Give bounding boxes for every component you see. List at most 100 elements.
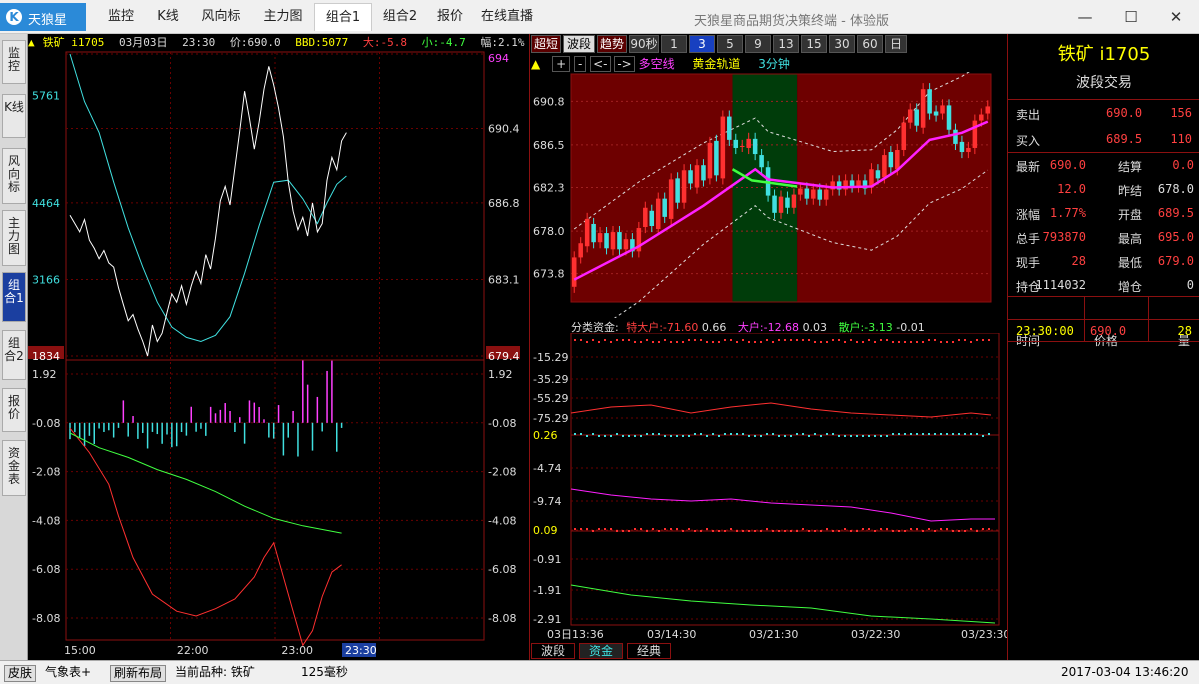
- quote-stat-row: 持仓 1114032 增仓 0: [1008, 274, 1199, 296]
- sell-row[interactable]: 卖出 690.0 156: [1008, 102, 1199, 124]
- kline-period-label: 3分钟: [758, 57, 790, 71]
- indicator-axis-label: -8.08: [32, 612, 60, 625]
- tick-time: 23:30:00: [1016, 324, 1074, 338]
- maximize-button[interactable]: ☐: [1108, 0, 1154, 34]
- candle-body: [901, 122, 907, 150]
- tab-classic[interactable]: 经典: [627, 643, 671, 659]
- candle-body: [591, 223, 596, 243]
- candle-body: [617, 232, 622, 250]
- intraday-chart[interactable]: 694 690.4 686.8 683.1 679.4 5761 4464 3166 1834 1…: [28, 50, 527, 660]
- stat-label: 结算: [1118, 160, 1143, 174]
- fund-time-label: 03/21:30: [749, 628, 798, 641]
- scroll-right-button[interactable]: ->: [614, 56, 635, 72]
- contract-name: 铁矿 i1705: [42, 36, 105, 49]
- candle-body: [811, 189, 816, 199]
- minimize-button[interactable]: —: [1062, 0, 1108, 34]
- fund-time-label: 03/14:30: [647, 628, 696, 641]
- nav-item-quote[interactable]: 报价: [428, 3, 472, 31]
- candle-body: [571, 257, 577, 287]
- period-button-3m[interactable]: 3: [689, 35, 715, 53]
- left-tab-kline[interactable]: K线: [2, 94, 26, 138]
- candle-body: [959, 141, 965, 153]
- stat-value: 793870: [1042, 230, 1086, 244]
- app-logo[interactable]: K 天狼星: [0, 3, 86, 31]
- left-tab-combo2[interactable]: 组合2: [2, 330, 26, 380]
- period-button-band[interactable]: 波段: [563, 35, 595, 53]
- logo-icon: K: [6, 9, 22, 25]
- kline-axis-label: 690.8: [533, 95, 565, 108]
- scroll-left-button[interactable]: <-: [590, 56, 611, 72]
- period-button-15m[interactable]: 15: [801, 35, 827, 53]
- buy-row[interactable]: 买入 689.5 110: [1008, 128, 1199, 150]
- skin-button[interactable]: 皮肤: [4, 665, 37, 682]
- zoom-out-button[interactable]: -: [573, 56, 587, 72]
- nav-item-wind[interactable]: 风向标: [190, 3, 252, 31]
- nav-item-monitor[interactable]: 监控: [96, 3, 146, 31]
- weather-button[interactable]: 气象表+: [42, 665, 94, 682]
- candle-body: [733, 139, 739, 148]
- period-button-9m[interactable]: 9: [745, 35, 771, 53]
- candle-body: [804, 188, 810, 199]
- intraday-info-bar: ▲ 铁矿 i1705 03月03日 23:30 价:690.0 BBD:5077 …: [28, 34, 527, 50]
- fund-flow-chart[interactable]: -15.29 -35.29 -55.29 -75.29 0.26 -4.74 -9.74 0.…: [529, 333, 1007, 643]
- left-tab-quote[interactable]: 报价: [2, 388, 26, 432]
- stat-value: 679.0: [1157, 254, 1194, 268]
- left-tab-wind[interactable]: 风向标: [2, 148, 26, 204]
- fund-axis-label: -2.91: [533, 613, 561, 626]
- candle-body: [966, 147, 971, 153]
- period-button-5m[interactable]: 5: [717, 35, 743, 53]
- zoom-in-button[interactable]: +: [552, 56, 571, 72]
- status-datetime: 2017-03-04 13:46:20: [1061, 665, 1189, 679]
- logo-text: 天狼星: [28, 13, 68, 28]
- candle-body: [720, 116, 726, 179]
- volume-axis-label: 1834: [32, 350, 60, 363]
- indicator-axis-label: -2.08: [488, 466, 516, 479]
- kline-chart[interactable]: 690.8 686.5 682.3 678.0 673.8: [529, 72, 1007, 318]
- candle-body: [791, 194, 797, 208]
- tab-fund[interactable]: 资金: [579, 643, 623, 659]
- candle-body: [778, 196, 784, 213]
- period-button-trend[interactable]: 趋势: [597, 35, 627, 53]
- left-tab-main-chart[interactable]: 主力图: [2, 210, 26, 266]
- up-arrow-icon[interactable]: ▲: [531, 57, 540, 71]
- close-button[interactable]: ✕: [1153, 0, 1199, 34]
- left-tab-monitor[interactable]: 监控: [2, 40, 26, 84]
- refresh-layout-button[interactable]: 刷新布局: [110, 665, 167, 682]
- stat-value: 12.0: [1057, 182, 1086, 196]
- period-button-30m[interactable]: 30: [829, 35, 855, 53]
- fund-frame: [570, 333, 1000, 626]
- candle-body: [798, 188, 803, 195]
- period-button-day[interactable]: 日: [885, 35, 907, 53]
- stat-value: 1114032: [1035, 278, 1086, 292]
- fund-axis-label: -75.29: [533, 412, 568, 425]
- nav-item-main-chart[interactable]: 主力图: [252, 3, 314, 31]
- info-date: 03月03日: [119, 36, 168, 49]
- fund-axis-label: -15.29: [533, 351, 568, 364]
- candle-body: [888, 152, 894, 168]
- period-button-90s[interactable]: 90秒: [629, 35, 659, 53]
- period-button-scalp[interactable]: 超短: [531, 35, 561, 53]
- quote-stat-row: 最新 690.0 结算 0.0: [1008, 154, 1199, 176]
- nav-item-kline[interactable]: K线: [146, 3, 190, 31]
- info-bbd: BBD:5077: [295, 36, 349, 49]
- nav-item-live[interactable]: 在线直播: [472, 3, 542, 31]
- period-button-1m[interactable]: 1: [661, 35, 687, 53]
- nav-item-combo2[interactable]: 组合2: [372, 3, 428, 31]
- left-tab-combo1[interactable]: 组合1: [2, 272, 26, 322]
- candle-body: [746, 138, 751, 148]
- buy-volume: 110: [1170, 132, 1192, 146]
- nav-item-combo1[interactable]: 组合1: [314, 3, 372, 31]
- tab-band[interactable]: 波段: [531, 643, 575, 659]
- quote-panel: 铁矿 i1705 波段交易 卖出 690.0 156 买入 689.5 110 …: [1007, 34, 1199, 660]
- fund-time-label: 03日13:36: [547, 628, 604, 641]
- period-button-60m[interactable]: 60: [857, 35, 883, 53]
- candle-body: [649, 210, 655, 226]
- price-axis-label: 683.1: [488, 273, 520, 286]
- duokong-line-label: 多空线: [638, 57, 675, 71]
- info-small: 小:-4.7: [421, 36, 466, 49]
- candle-body: [940, 105, 945, 114]
- fund-line-super-large: [570, 402, 992, 418]
- quote-stat-row: 12.0 昨结 678.0: [1008, 178, 1199, 200]
- left-tab-fund[interactable]: 资金表: [2, 440, 26, 496]
- period-button-13m[interactable]: 13: [773, 35, 799, 53]
